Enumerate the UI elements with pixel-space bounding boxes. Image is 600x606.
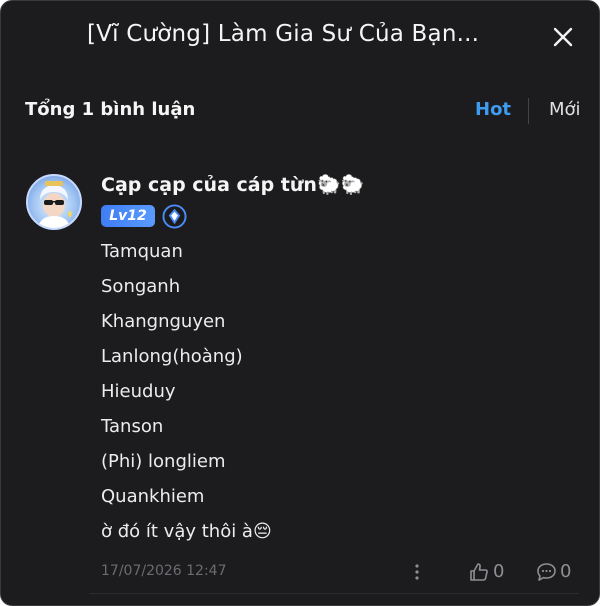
comment-line: ờ đó ít vậy thôi à😔 [101, 521, 272, 542]
comments-panel: [Vĩ Cường] Làm Gia Sư Của Bạn... Tổng 1 … [0, 0, 600, 606]
avatar[interactable] [26, 174, 82, 230]
comment-line: Songanh [101, 276, 181, 297]
comment-body: Tamquan Songanh Khangnguyen Lanlong(hoàn… [101, 241, 272, 556]
shield-icon [162, 204, 187, 229]
comment-timestamp: 17/07/2026 12:47 [101, 563, 227, 579]
comment-footer: 17/07/2026 12:47 0 0 [1, 561, 599, 585]
video-title: [Vĩ Cường] Làm Gia Sư Của Bạn... [87, 21, 480, 47]
comment-username[interactable]: Cạp cạp của cáp từn🐑🐑 [101, 173, 364, 196]
reply-count: 0 [560, 561, 572, 582]
like-count: 0 [493, 561, 505, 582]
comment-line: Hieuduy [101, 381, 176, 402]
sort-hot-tab[interactable]: Hot [475, 99, 511, 120]
comment-line: Quankhiem [101, 486, 205, 507]
comment-line: Tamquan [101, 241, 183, 262]
comment-summary-bar: Tổng 1 bình luận Hot Mới [1, 93, 599, 131]
level-badge: Lv12 [101, 205, 155, 227]
comment-line: Tanson [101, 416, 164, 437]
close-button[interactable] [553, 27, 573, 47]
sort-divider [528, 98, 529, 124]
divider [89, 593, 579, 594]
panel-header: [Vĩ Cường] Làm Gia Sư Của Bạn... [1, 1, 599, 77]
comment-line: Lanlong(hoàng) [101, 346, 243, 367]
comment-line: (Phi) longliem [101, 451, 226, 472]
comment-count-label: Tổng 1 bình luận [25, 99, 196, 120]
comment-line: Khangnguyen [101, 311, 226, 332]
sort-new-tab[interactable]: Mới [549, 99, 581, 120]
avatar-image-icon [38, 181, 72, 228]
speech-bubble-icon [537, 563, 556, 581]
more-options-icon[interactable] [412, 562, 422, 582]
thumbs-up-icon [470, 563, 488, 581]
close-icon [553, 27, 573, 47]
